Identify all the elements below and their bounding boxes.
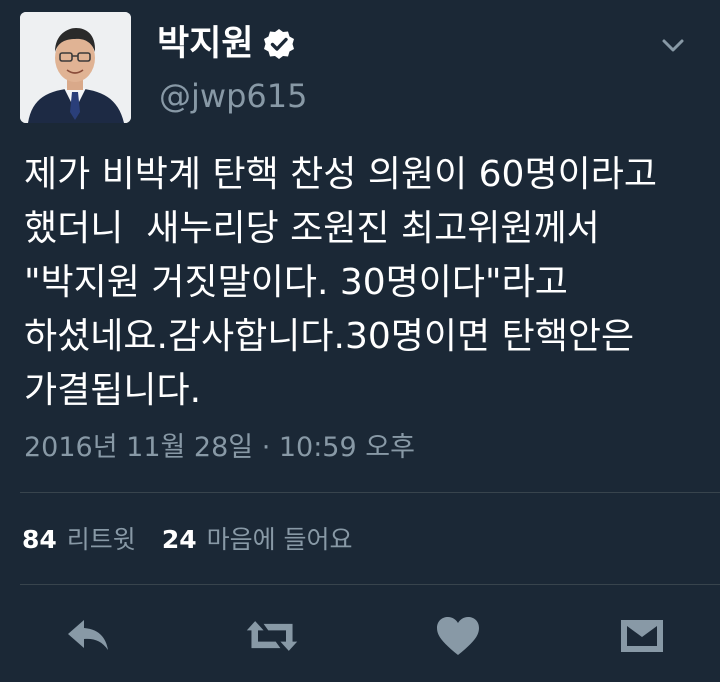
divider — [20, 492, 720, 493]
tweet-text-line: 가결됩니다. — [24, 370, 202, 411]
retweet-icon — [246, 621, 298, 651]
tweet-text-line: 하셨네요.감사합니다.30명이면 탄핵안은 — [24, 316, 635, 357]
user-handle[interactable]: @jwp615 — [159, 76, 307, 116]
reply-icon — [68, 620, 108, 650]
name-row: 박지원 — [157, 20, 296, 68]
tweet-timestamp[interactable]: 2016년 11월 28일 · 10:59 오후 — [24, 428, 415, 468]
tweet-text-line: "박지원 거짓말이다. 30명이다"라고 — [24, 262, 568, 303]
divider — [20, 584, 720, 585]
like-button[interactable] — [430, 608, 486, 664]
chevron-down-icon[interactable] — [660, 32, 686, 58]
retweet-count: 84 — [22, 525, 57, 554]
retweet-button[interactable] — [244, 608, 300, 664]
tweet-text-line: 제가 비박계 탄핵 찬성 의원이 60명이라고 — [24, 154, 657, 195]
tweet-text: 제가 비박계 탄핵 찬성 의원이 60명이라고 했더니 새누리당 조원진 최고위… — [24, 148, 704, 418]
retweet-count-stat[interactable]: 84 리트윗 — [22, 520, 136, 560]
like-count-stat[interactable]: 24 마음에 들어요 — [162, 520, 353, 560]
reply-button[interactable] — [60, 608, 116, 664]
tweet-stats: 84 리트윗 24 마음에 들어요 — [22, 520, 379, 560]
tweet-header: 박지원 @jwp615 — [20, 12, 700, 124]
tweet-actions — [0, 608, 720, 664]
tweet-text-line: 했더니 새누리당 조원진 최고위원께서 — [24, 208, 600, 249]
like-count: 24 — [161, 525, 197, 554]
heart-icon — [437, 617, 479, 655]
profile-photo — [20, 12, 131, 123]
retweet-label: 리트윗 — [66, 525, 136, 554]
verified-badge-icon — [262, 27, 296, 61]
avatar[interactable] — [20, 12, 131, 123]
display-name[interactable]: 박지원 — [157, 20, 254, 68]
direct-message-button[interactable] — [614, 608, 670, 664]
envelope-icon — [621, 620, 663, 652]
like-label: 마음에 들어요 — [206, 525, 353, 554]
